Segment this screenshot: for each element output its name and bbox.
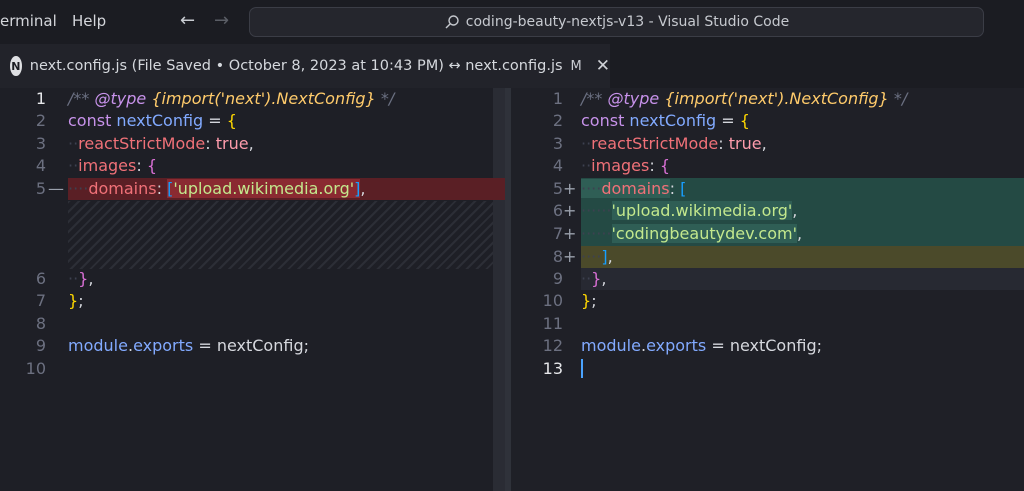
added-sign: + [563,247,577,266]
code-line: /** @type {import('next').NextConfig} */ [581,89,908,108]
line-number: 8 [35,314,46,333]
added-sign: + [563,224,577,243]
menu-help[interactable]: Help [72,12,106,30]
command-center-label: coding-beauty-nextjs-v13 - Visual Studio… [465,14,790,30]
code-line: ··reactStrictMode: true, [581,134,767,153]
code-line-added: ······'upload.wikimedia.org', [581,201,798,220]
line-number: 9 [35,336,46,355]
code-line: }; [68,291,84,310]
code-line: ··}, [68,269,94,288]
line-number: 2 [35,111,46,130]
line-number: 12 [542,336,563,355]
line-number: 6 [552,201,563,220]
tab-title: next.config.js (File Saved • October 8, … [29,58,563,74]
line-number: 10 [542,291,563,310]
code-line: ··images: { [581,156,671,175]
tab-bar: N next.config.js (File Saved • October 8… [0,44,1024,88]
line-number: 3 [552,134,563,153]
code-line: ··reactStrictMode: true, [68,134,254,153]
code-line: ··images: { [68,156,158,175]
line-number: 2 [552,111,563,130]
line-number: 6 [35,269,46,288]
nextjs-file-icon: N [10,56,22,76]
added-sign: + [563,201,577,220]
modified-indicator: M [570,58,582,74]
added-line-highlight [581,246,1024,268]
arrow-right-icon[interactable]: → [214,10,229,31]
line-number: 11 [542,314,563,333]
search-icon [445,15,459,29]
line-number: 3 [35,134,46,153]
close-icon[interactable]: ✕ [596,56,610,76]
code-line-added: ····domains: [ [581,179,687,198]
line-number: 10 [25,359,46,378]
line-number: 8 [552,247,563,266]
code-line: const nextConfig = { [68,111,237,130]
tab-diff-next-config[interactable]: N next.config.js (File Saved • October 8… [0,44,610,88]
diff-filler-hatch [68,201,493,269]
line-number: 9 [552,269,563,288]
line-number: 4 [552,156,563,175]
current-line-highlight [581,268,1024,290]
text-cursor [581,359,583,378]
removed-sign: — [48,179,64,198]
code-line: /** @type {import('next').NextConfig} */ [68,89,395,108]
arrow-left-icon[interactable]: ← [180,10,195,31]
code-line-added: ······'codingbeautydev.com', [581,224,803,243]
line-number: 5 [552,179,563,198]
line-number: 7 [35,291,46,310]
line-number: 1 [552,89,563,108]
title-bar: erminal Help ← → coding-beauty-nextjs-v1… [0,0,1024,44]
line-number: 1 [35,89,46,108]
line-number: 7 [552,224,563,243]
menu-terminal[interactable]: erminal [0,12,57,30]
code-line-added: ····], [581,247,613,266]
code-line: ··}, [581,269,607,288]
code-line: module.exports = nextConfig; [68,336,309,355]
line-number: 13 [542,359,563,378]
code-line: }; [581,291,597,310]
line-number: 5 [35,179,46,198]
code-line-removed: ····domains: ['upload.wikimedia.org'], [68,179,366,198]
added-sign: + [563,179,577,198]
line-number: 4 [35,156,46,175]
code-line: module.exports = nextConfig; [581,336,822,355]
command-center[interactable]: coding-beauty-nextjs-v13 - Visual Studio… [249,7,984,37]
code-line: const nextConfig = { [581,111,750,130]
